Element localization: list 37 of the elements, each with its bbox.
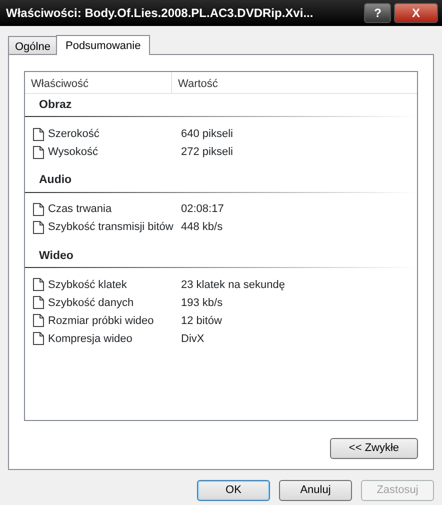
tab[interactable]: Ogólne (8, 36, 58, 54)
column-header[interactable]: Wartość (172, 72, 224, 93)
property-value: 193 kb/s (181, 296, 223, 310)
document-icon (33, 203, 44, 216)
property-value: 23 klatek na sekundę (181, 278, 285, 292)
property-name: Szerokość (48, 127, 100, 142)
toggle-button[interactable]: << Zwykłe (330, 438, 418, 459)
property-value: 02:08:17 (181, 202, 224, 218)
document-icon (33, 314, 44, 328)
property-value: 12 bitów (181, 314, 222, 328)
document-icon (33, 128, 44, 141)
document-icon (33, 221, 44, 234)
dialog-button[interactable]: OK (197, 480, 270, 501)
property-value: 272 pikseli (181, 145, 233, 160)
help-button[interactable]: ? (364, 3, 392, 23)
property-name: Rozmiar próbki wideo (48, 314, 154, 328)
group-title: Audio (38, 173, 73, 188)
tab[interactable]: Podsumowanie (56, 35, 150, 55)
column-header[interactable]: Właściwość (25, 72, 172, 93)
property-name: Szybkość klatek (48, 278, 127, 292)
property-value: DivX (181, 332, 204, 346)
document-icon (33, 332, 44, 346)
property-name: Wysokość (48, 145, 98, 160)
group-title: Wideo (38, 248, 74, 264)
window-title: Właściwości: Body.Of.Lies.2008.PL.AC3.DVDRip.Xvi... (6, 5, 314, 22)
property-name: Szybkość danych (48, 296, 134, 310)
property-value: 448 kb/s (181, 220, 223, 236)
close-button[interactable]: X (394, 3, 438, 23)
property-value: 640 pikseli (181, 127, 233, 142)
group-title: Obraz (38, 98, 73, 113)
document-icon (33, 296, 44, 310)
document-icon (33, 278, 44, 292)
property-name: Kompresja wideo (48, 332, 132, 346)
property-name: Czas trwania (48, 202, 112, 218)
dialog-button[interactable]: Anuluj (279, 480, 352, 501)
property-name: Szybkość transmisji bitów (48, 220, 174, 236)
document-icon (33, 146, 44, 159)
